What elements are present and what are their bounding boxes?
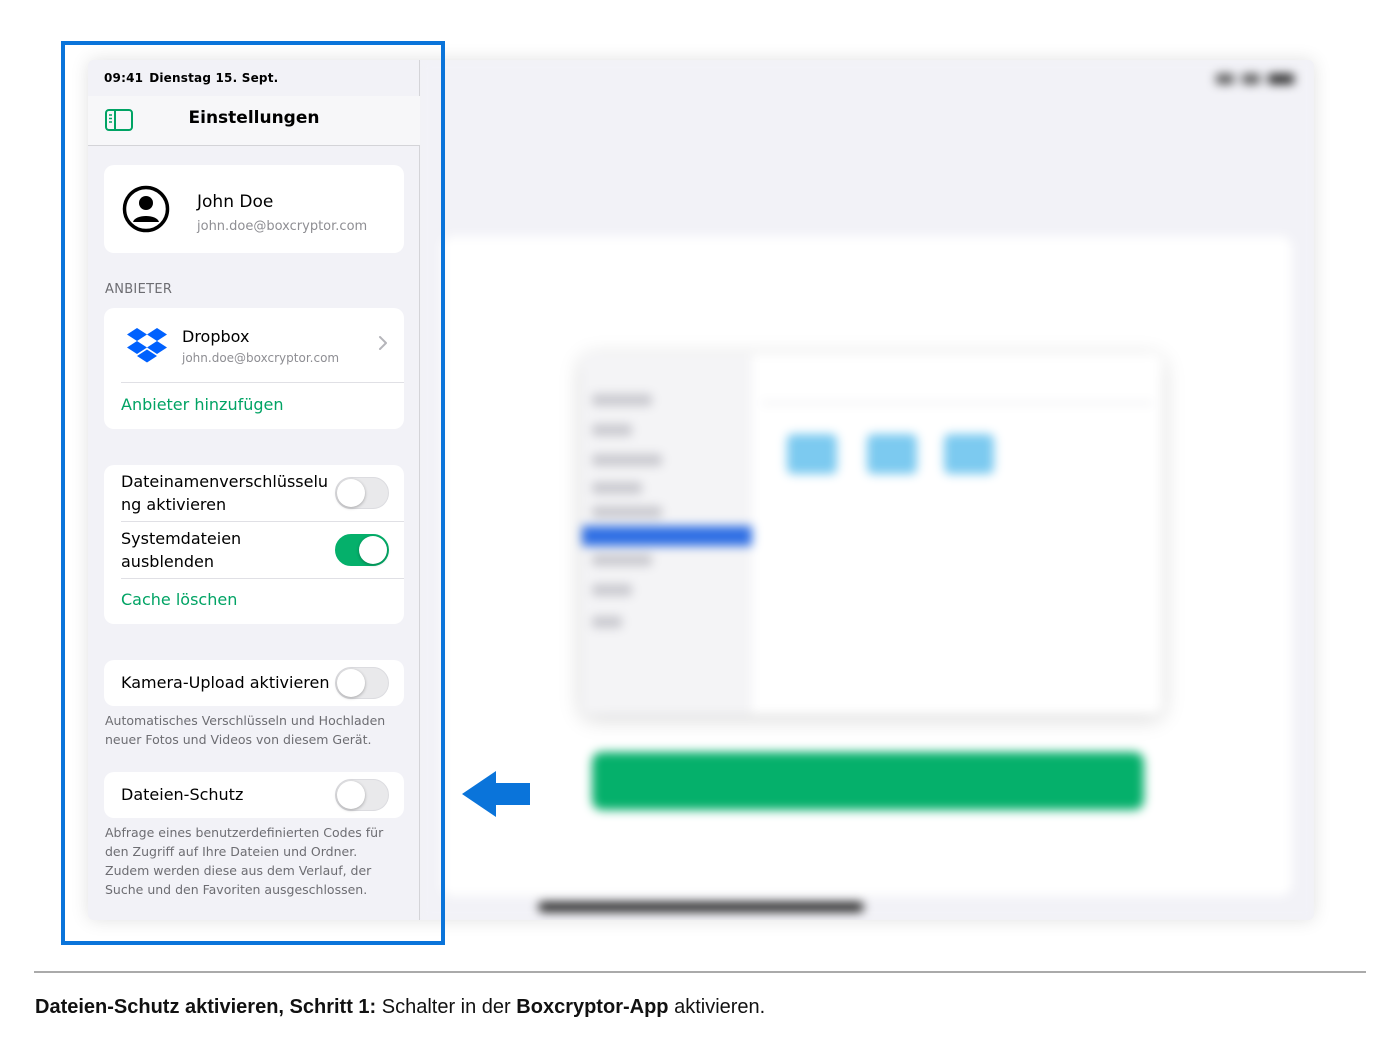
arrow-left-icon: [462, 771, 530, 817]
files-app-preview: [582, 354, 1162, 714]
caption-app-name: Boxcryptor-App: [516, 996, 669, 1018]
caption-text-mid: Schalter in der: [376, 996, 517, 1018]
caption-divider: [34, 971, 1366, 973]
caption-step: Dateien-Schutz aktivieren, Schritt 1:: [35, 996, 377, 1018]
status-icons: [1216, 74, 1294, 84]
home-indicator: [538, 902, 864, 912]
figure-caption: Dateien-Schutz aktivieren, Schritt 1: Sc…: [35, 996, 765, 1019]
files-app-sidebar: [582, 354, 752, 714]
detail-card: [442, 236, 1292, 896]
caption-text-end: aktivieren.: [668, 996, 766, 1018]
open-files-app-button: [592, 752, 1144, 810]
detail-pane-blurred: [420, 60, 1314, 920]
highlight-frame: [61, 41, 445, 945]
